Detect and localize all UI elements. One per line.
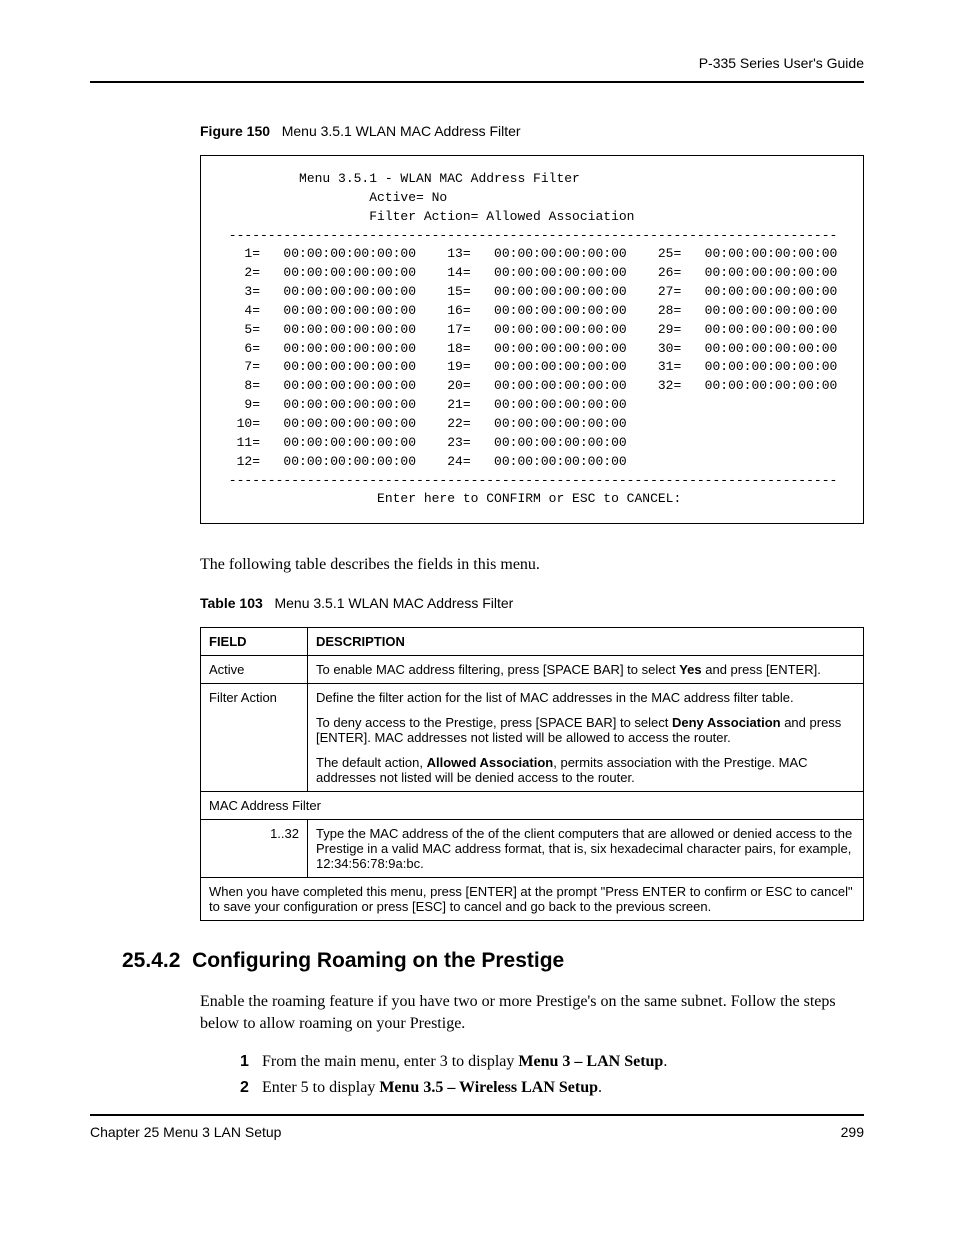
section-cell: MAC Address Filter — [201, 791, 864, 819]
desc-cell: Define the filter action for the list of… — [308, 683, 864, 791]
desc-cell: To enable MAC address filtering, press [… — [308, 655, 864, 683]
step-item: 2 Enter 5 to display Menu 3.5 – Wireless… — [240, 1079, 864, 1097]
footer-chapter: Chapter 25 Menu 3 LAN Setup — [90, 1124, 281, 1140]
figure-title: Menu 3.5.1 WLAN MAC Address Filter — [282, 123, 521, 139]
table-title: Menu 3.5.1 WLAN MAC Address Filter — [274, 595, 513, 611]
step-list: 1 From the main menu, enter 3 to display… — [240, 1053, 864, 1097]
field-cell: Filter Action — [201, 683, 308, 791]
figure-number: Figure 150 — [200, 123, 270, 139]
desc-cell: Type the MAC address of the of the clien… — [308, 819, 864, 877]
table-row: MAC Address Filter — [201, 791, 864, 819]
table-row: Active To enable MAC address filtering, … — [201, 655, 864, 683]
page: P-335 Series User's Guide Figure 150 Men… — [0, 0, 954, 1165]
table-row: When you have completed this menu, press… — [201, 877, 864, 920]
section-number: 25.4.2 — [122, 949, 180, 972]
step-number: 1 — [240, 1053, 258, 1071]
table-header-row: FIELD DESCRIPTION — [201, 627, 864, 655]
section-intro: Enable the roaming feature if you have t… — [200, 991, 864, 1036]
table-row: Filter Action Define the filter action f… — [201, 683, 864, 791]
terminal-figure: Menu 3.5.1 - WLAN MAC Address Filter Act… — [200, 155, 864, 524]
step-number: 2 — [240, 1079, 258, 1097]
section-title: Configuring Roaming on the Prestige — [192, 949, 564, 972]
step-item: 1 From the main menu, enter 3 to display… — [240, 1053, 864, 1071]
field-cell: 1..32 — [201, 819, 308, 877]
section-heading: 25.4.2 Configuring Roaming on the Presti… — [122, 949, 864, 973]
intro-sentence: The following table describes the fields… — [200, 554, 864, 576]
figure-caption: Figure 150 Menu 3.5.1 WLAN MAC Address F… — [200, 123, 864, 139]
footer-page-number: 299 — [841, 1124, 864, 1140]
header-rule — [90, 81, 864, 83]
terminal-screen: Menu 3.5.1 - WLAN MAC Address Filter Act… — [200, 155, 864, 524]
field-cell: Active — [201, 655, 308, 683]
table-caption: Table 103 Menu 3.5.1 WLAN MAC Address Fi… — [200, 595, 864, 611]
col-field: FIELD — [201, 627, 308, 655]
footer-cell: When you have completed this menu, press… — [201, 877, 864, 920]
table-row: 1..32 Type the MAC address of the of the… — [201, 819, 864, 877]
description-table: FIELD DESCRIPTION Active To enable MAC a… — [200, 627, 864, 921]
col-description: DESCRIPTION — [308, 627, 864, 655]
running-header: P-335 Series User's Guide — [90, 55, 864, 81]
table-number: Table 103 — [200, 595, 263, 611]
page-footer: Chapter 25 Menu 3 LAN Setup 299 — [90, 1114, 864, 1140]
